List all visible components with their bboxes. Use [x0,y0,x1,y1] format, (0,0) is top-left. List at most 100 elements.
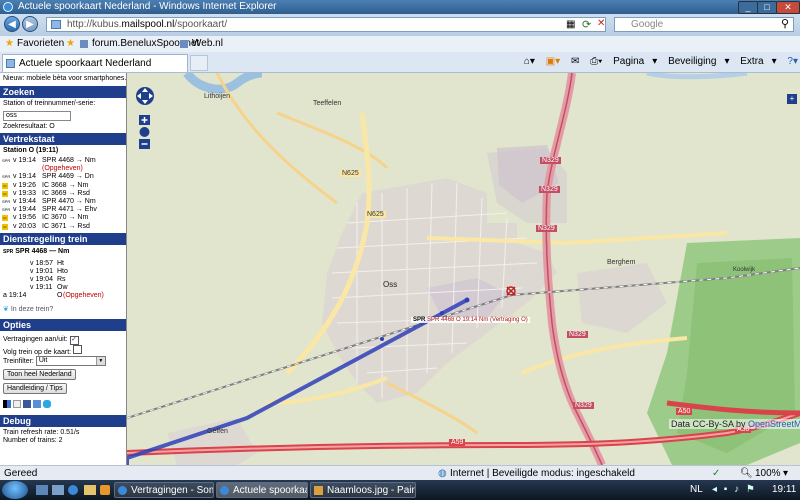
twitter-icon[interactable] [42,399,51,408]
pagina-arrow-icon: ▾ [652,56,658,67]
url-path: /spoorkaart/ [174,19,228,30]
departure-row[interactable]: SPR v 19:44 SPR 4470 → Nm [0,198,127,206]
zoom-level[interactable]: 100% [755,466,781,481]
quicklaunch-ie-icon[interactable] [68,485,78,495]
train-type-icon: SPR [2,207,11,213]
delicious-icon[interactable] [3,399,11,408]
address-input[interactable]: http://kubus.mailspool.nl/spoorkaart/ [46,17,606,32]
label-berghem: Berghem [607,259,636,266]
departure-time: v 20:03 [13,222,36,230]
departure-train: IC 3668 → Nm [42,181,89,189]
mail-icon[interactable]: ✉ [571,56,579,67]
new-tab-button[interactable] [190,55,208,71]
shield-n625: N625 [340,170,361,177]
osm-link[interactable]: OpenStreetMap [748,419,800,429]
tray-icons[interactable]: ◂ ▪ ♪ ⚑ [712,480,757,500]
menu-extra[interactable]: Extra [740,56,763,67]
print-icon[interactable]: ⎙▾ [590,56,602,67]
quicklaunch-flip-icon[interactable] [52,485,64,495]
departure-row[interactable]: SPR v 19:14 SPR 4468 → Nm [0,157,127,165]
label-teeffelen: Teeffelen [313,100,342,107]
digg-icon[interactable] [12,399,21,408]
minimize-button[interactable]: _ [738,1,758,14]
home-icon[interactable]: ⌂▾ [524,56,535,67]
zoom-icon[interactable]: 🔍︎ [740,466,753,481]
twitter-link[interactable]: ❦ In deze trein? [0,306,127,314]
station-search-input[interactable]: oss [3,111,71,121]
twitter-text: In deze trein? [10,305,54,313]
search-input[interactable]: Google [614,17,794,32]
compat-icon[interactable]: ▦ [566,19,575,30]
departure-time: v 19:26 [13,181,36,189]
add-favorite-icon[interactable]: ★ [66,36,75,52]
feeds-icon[interactable]: ▣▾ [546,56,560,67]
task-label: Actuele spoorkaart ... [233,485,307,496]
departure-row[interactable]: (Opgeheven) [0,165,127,173]
task-spoorkaart[interactable]: Actuele spoorkaart ... [216,482,308,498]
train-type-icon: SPR [2,158,11,163]
forward-button[interactable]: ▶ [22,16,38,32]
vertragingen-row: Vertragingen aan/uit: ✓ [0,335,127,345]
language-indicator[interactable]: NL [690,480,703,500]
facebook-icon[interactable] [22,399,31,408]
zoeken-label: Station of treinnummer/-serie: [3,100,96,107]
zoom-world-button[interactable] [139,127,150,137]
departure-row[interactable]: IC v 19:33 IC 3669 → Rsd [0,190,127,198]
zoom-arrow-icon[interactable]: ▾ [783,466,788,481]
taskbar: Vertragingen - Som... Actuele spoorkaart… [0,480,800,500]
favorites-button[interactable]: Favorieten [17,36,64,52]
departure-time: v 19:56 [13,214,36,222]
back-button[interactable]: ◀ [4,16,20,32]
stop-icon[interactable]: ✕ [597,18,605,29]
toon-nederland-button[interactable]: Toon heel Nederland [3,368,76,380]
security-zone[interactable]: Internet | Beveiligde modus: ingeschakel… [450,466,635,481]
stop-station: Ow [57,284,68,292]
task-paint[interactable]: Naamloos.jpg - Paint [310,482,416,498]
fav-link-icon [80,40,88,48]
dienst-train-name: SPR 4468 — Nm [15,247,70,255]
quicklaunch-folder-icon[interactable] [84,485,96,495]
departure-time: v 19:44 [13,197,36,205]
maximize-button[interactable]: □ [757,1,777,14]
menu-pagina[interactable]: Pagina [613,56,644,67]
volg-label: Volg trein op de kaart: [3,348,72,356]
fav-link-webnl[interactable]: Web.nl [192,36,223,52]
share-icon[interactable] [32,399,41,408]
departure-train: SPR 4470 → Nm [42,197,96,205]
departure-train: IC 3671 → Rsd [42,222,90,230]
departure-row[interactable]: SPR v 19:44 SPR 4471 → Ehv [0,206,127,214]
departure-time: v 19:14 [13,173,36,181]
task-label: Vertragingen - Som... [131,485,213,496]
close-button[interactable]: ✕ [776,1,800,14]
departure-row[interactable]: IC v 19:26 IC 3668 → Nm [0,182,127,190]
stop-time: v 19:04 [30,276,53,284]
layer-switcher-button[interactable]: + [787,94,797,104]
clock[interactable]: 19:11 [772,480,796,500]
refresh-icon[interactable]: ⟳ [582,18,591,31]
vertragingen-checkbox[interactable]: ✓ [69,335,79,345]
task-vertragingen[interactable]: Vertragingen - Som... [114,482,214,498]
departure-row[interactable]: SPR v 19:14 SPR 4469 → Dn [0,173,127,181]
quicklaunch-desktop-icon[interactable] [36,485,48,495]
attribution-text: Data CC-By-SA by [671,419,749,429]
handleiding-button[interactable]: Handleiding / Tips [3,382,67,394]
departure-row[interactable]: IC v 20:03 IC 3671 → Rsd [0,223,127,231]
quicklaunch-media-icon[interactable] [100,485,110,495]
filter-arrow-icon: ▼ [95,356,105,365]
menu-beveiliging[interactable]: Beveiliging [668,56,716,67]
departure-row[interactable]: IC v 19:56 IC 3670 → Nm [0,214,127,222]
help-icon[interactable]: ?▾ [787,56,798,67]
train-position-dot[interactable] [464,297,470,303]
search-icon[interactable]: ⚲ [781,17,789,30]
start-button[interactable] [2,481,28,499]
train-popup[interactable]: SPR SPR 4468 O 19:14 Nm (Vertraging O) [411,317,530,323]
volg-checkbox[interactable] [73,344,83,354]
map-canvas[interactable]: Lithoijen Teeffelen Oss Berghem Geffen K… [127,73,800,465]
filter-select[interactable]: Uit ▼ [35,355,106,366]
twitter-bird-icon: ❦ [3,305,9,313]
shield-n329: N329 [536,225,557,232]
stop-station: Rs [57,276,66,284]
favorites-star-icon: ★ [5,38,14,49]
last-stop-note: (Opgeheven) [63,292,104,300]
tab-active[interactable]: Actuele spoorkaart Nederland [2,54,188,72]
